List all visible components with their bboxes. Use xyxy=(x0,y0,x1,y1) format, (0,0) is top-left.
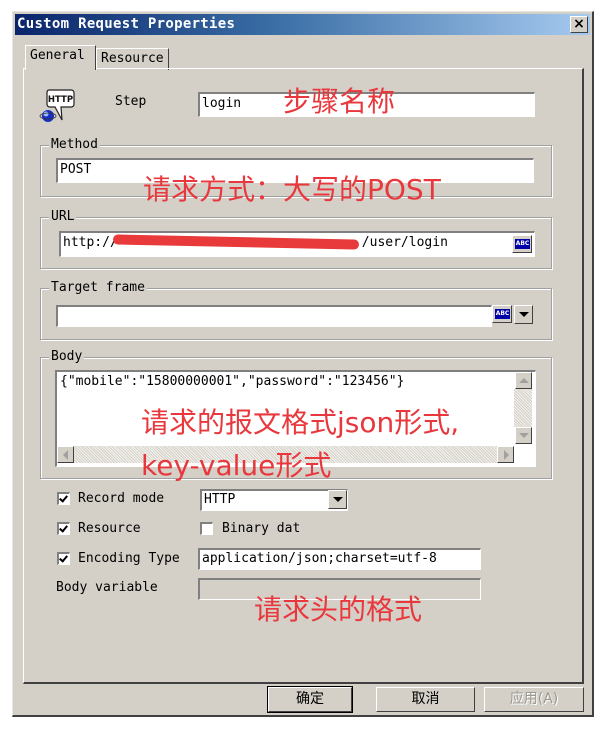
url-group-label: URL xyxy=(49,209,77,225)
close-button[interactable]: × xyxy=(570,16,588,33)
record-mode-dropdown-button[interactable] xyxy=(328,490,347,509)
url-suffix: /user/login xyxy=(361,235,448,250)
url-abc-button[interactable]: ABC xyxy=(512,235,532,253)
record-mode-checkbox[interactable] xyxy=(57,492,70,505)
resource-checkbox[interactable] xyxy=(57,522,70,535)
title-bar[interactable]: Custom Request Properties × xyxy=(15,14,590,35)
body-vertical-scrollbar-track[interactable] xyxy=(514,389,532,427)
scroll-right-arrow-icon[interactable] xyxy=(497,446,514,463)
encoding-type-checkbox[interactable] xyxy=(57,552,70,565)
record-mode-select[interactable]: HTTP xyxy=(200,489,348,511)
encoding-type-input[interactable]: application/json;charset=utf-8 xyxy=(198,548,481,570)
tab-resource-label: Resource xyxy=(101,51,164,66)
target-frame-abc-button[interactable]: ABC xyxy=(492,305,512,323)
abc-icon: ABC xyxy=(495,309,510,319)
scroll-left-arrow-icon[interactable] xyxy=(57,446,74,463)
annotation-body-line2: key-value形式 xyxy=(141,449,332,482)
url-prefix: http:// xyxy=(63,235,118,250)
annotation-header-format: 请求头的格式 xyxy=(254,593,423,626)
tab-resource[interactable]: Resource xyxy=(96,48,169,70)
body-text: {"mobile":"15800000001","password":"1234… xyxy=(60,374,405,389)
annotation-method: 请求方式：大写的POST xyxy=(143,173,441,206)
annotation-step-name: 步骤名称 xyxy=(283,85,396,118)
scroll-up-arrow-icon[interactable] xyxy=(515,372,532,389)
abc-icon: ABC xyxy=(515,239,530,249)
annotation-body-line1: 请求的报文格式json形式, xyxy=(141,406,460,439)
http-icon: HTTP xyxy=(39,89,75,122)
tab-general[interactable]: General xyxy=(25,45,96,70)
resource-label: Resource xyxy=(78,521,141,536)
scroll-down-arrow-icon[interactable] xyxy=(515,427,532,444)
tab-general-label: General xyxy=(30,48,85,63)
close-icon: × xyxy=(573,16,585,32)
window-title: Custom Request Properties xyxy=(17,16,236,32)
binary-data-label: Binary dat xyxy=(222,521,301,536)
ok-button[interactable]: 确定 xyxy=(267,686,353,713)
record-mode-label: Record mode xyxy=(78,491,165,506)
body-variable-label: Body variable xyxy=(56,580,158,595)
encoding-type-label: Encoding Type xyxy=(78,551,180,566)
apply-button[interactable]: 应用(A) xyxy=(484,687,584,712)
target-frame-dropdown-button[interactable] xyxy=(514,305,533,324)
method-group-label: Method xyxy=(49,137,100,153)
body-group-label: Body xyxy=(49,349,85,365)
svg-text:HTTP: HTTP xyxy=(48,95,73,105)
target-frame-group-label: Target frame xyxy=(49,280,147,296)
target-frame-input[interactable] xyxy=(56,305,492,327)
cancel-button[interactable]: 取消 xyxy=(376,687,475,712)
step-label: Step xyxy=(115,94,147,109)
binary-data-checkbox[interactable] xyxy=(200,522,213,535)
